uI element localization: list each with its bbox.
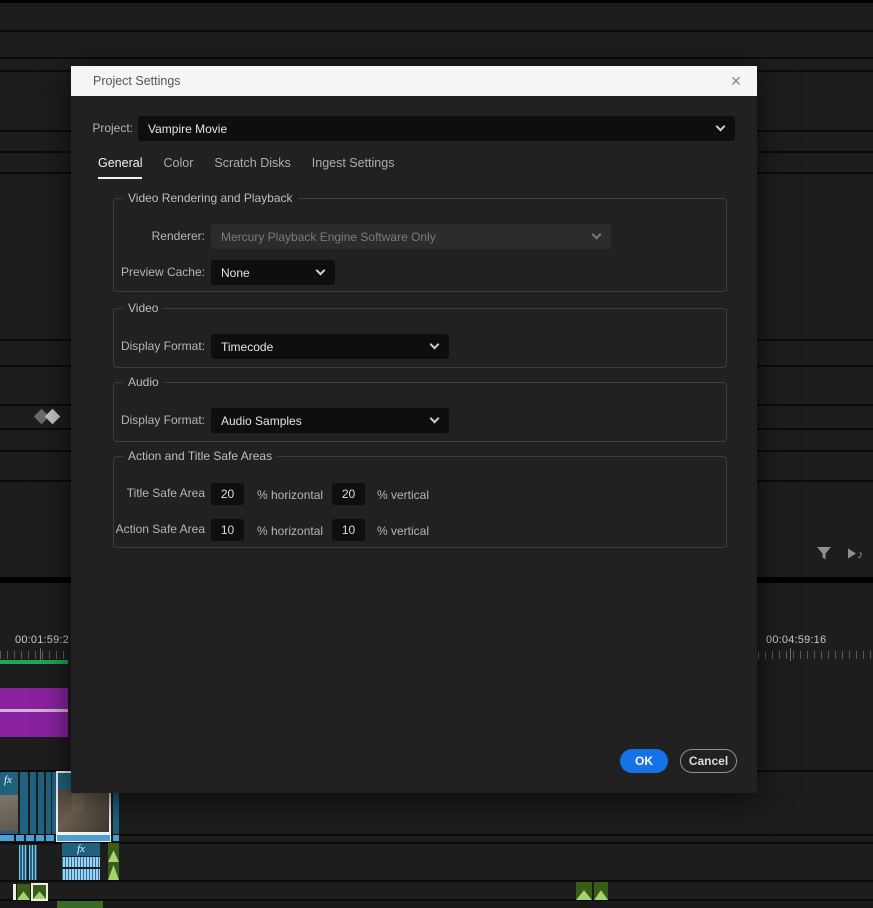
clip-trim-handle[interactable]: [13, 884, 16, 900]
track-divider: [0, 0, 873, 3]
fx-badge: fx: [77, 843, 85, 855]
waveform: [62, 857, 100, 867]
tab-ingest-settings[interactable]: Ingest Settings: [312, 156, 395, 179]
clip-thumbnail-detail: [72, 794, 84, 810]
waveform: [17, 891, 30, 900]
audio-clip-collapsed[interactable]: [0, 835, 14, 841]
ok-button[interactable]: OK: [620, 749, 668, 773]
action-safe-area-label: Action Safe Area: [115, 522, 205, 536]
close-icon[interactable]: ✕: [727, 72, 745, 90]
timeline-ruler: [790, 648, 791, 661]
waveform: [33, 891, 46, 899]
audio-clip-green[interactable]: [594, 882, 608, 900]
section-legend: Video Rendering and Playback: [123, 191, 298, 205]
chevron-down-icon: [591, 229, 602, 240]
vertical-suffix-label: % vertical: [377, 524, 430, 538]
video-clip[interactable]: [46, 772, 51, 834]
video-clip[interactable]: [38, 772, 44, 834]
preview-cache-dropdown[interactable]: None: [211, 260, 335, 285]
video-display-format-value: Timecode: [221, 339, 274, 354]
preview-cache-dropdown-value: None: [221, 265, 250, 280]
audio-display-format-value: Audio Samples: [221, 413, 302, 428]
project-dropdown[interactable]: Vampire Movie: [138, 116, 735, 141]
track-divider: [0, 30, 873, 32]
audio-clip[interactable]: [19, 845, 27, 880]
action-safe-vertical-input[interactable]: [332, 519, 365, 541]
track-divider: [0, 57, 873, 59]
waveform: [576, 890, 592, 900]
video-clip-purple[interactable]: [0, 688, 68, 737]
audio-clip-collapsed-selected[interactable]: [56, 834, 111, 842]
audio-clip-fx[interactable]: fx: [62, 843, 100, 880]
audio-clip-green-selected[interactable]: [31, 883, 48, 901]
waveform: [594, 890, 608, 900]
audio-clip-green[interactable]: [17, 884, 30, 900]
svg-text:♪: ♪: [857, 548, 863, 562]
action-safe-horizontal-input[interactable]: [211, 519, 244, 541]
audio-clip-green[interactable]: [108, 843, 119, 880]
chevron-down-icon: [715, 121, 726, 132]
track-divider: [0, 880, 873, 882]
dialog-title: Project Settings: [93, 74, 181, 88]
play-audio-icon[interactable]: ♪: [845, 546, 867, 561]
chevron-down-icon: [429, 339, 440, 350]
dialog-tabs: General Color Scratch Disks Ingest Setti…: [98, 156, 394, 179]
video-clip[interactable]: [30, 772, 36, 834]
track-row: [0, 901, 873, 908]
video-display-format-dropdown[interactable]: Timecode: [211, 334, 449, 359]
title-safe-area-label: Title Safe Area: [126, 486, 205, 500]
clip-thumbnail: [58, 790, 109, 832]
clip-divider: [0, 709, 68, 712]
tab-color[interactable]: Color: [163, 156, 193, 179]
timeline-ruler[interactable]: [0, 651, 70, 659]
chevron-down-icon: [315, 265, 326, 276]
vertical-suffix-label: % vertical: [377, 488, 430, 502]
audio-display-format-dropdown[interactable]: Audio Samples: [211, 408, 449, 433]
tab-scratch-disks[interactable]: Scratch Disks: [214, 156, 290, 179]
section-legend: Action and Title Safe Areas: [123, 449, 278, 463]
timeline-timecode-right: 00:04:59:16: [766, 634, 827, 646]
filter-icon[interactable]: [816, 546, 832, 561]
dialog-titlebar[interactable]: Project Settings: [71, 66, 757, 96]
audio-display-format-label: Display Format:: [120, 413, 205, 427]
fx-badge: fx: [4, 774, 12, 786]
audio-clip[interactable]: [29, 845, 37, 880]
render-bar: [0, 660, 68, 664]
renderer-dropdown-value: Mercury Playback Engine Software Only: [221, 229, 436, 244]
title-safe-horizontal-input[interactable]: [211, 483, 244, 505]
chevron-down-icon: [429, 413, 440, 424]
renderer-dropdown[interactable]: Mercury Playback Engine Software Only: [211, 224, 611, 249]
renderer-label: Renderer:: [151, 229, 205, 243]
track-divider: [0, 842, 873, 844]
track-divider: [0, 834, 873, 836]
horizontal-suffix-label: % horizontal: [257, 524, 324, 538]
clip-thumbnail: [0, 795, 18, 831]
video-display-format-label: Display Format:: [120, 339, 205, 353]
tab-general[interactable]: General: [98, 156, 143, 179]
waveform: [108, 850, 119, 862]
project-dropdown-value: Vampire Movie: [148, 121, 228, 136]
audio-clip-green[interactable]: [576, 882, 592, 900]
section-legend: Audio: [123, 375, 164, 389]
waveform: [108, 865, 119, 880]
premiere-workspace: ♪ 00:01:59:2 00:04:59:16 fx fx Project S…: [0, 0, 873, 908]
project-label: Project:: [92, 121, 133, 135]
title-safe-vertical-input[interactable]: [332, 483, 365, 505]
video-clip[interactable]: [20, 772, 28, 834]
timeline-ruler[interactable]: [758, 651, 873, 659]
horizontal-suffix-label: % horizontal: [257, 488, 324, 502]
project-settings-dialog: Project Settings ✕ Project: Vampire Movi…: [71, 66, 757, 793]
preview-cache-label: Preview Cache:: [120, 265, 205, 279]
cancel-button[interactable]: Cancel: [680, 749, 737, 773]
timeline-timecode-left: 00:01:59:2: [15, 634, 69, 646]
audio-clip-green[interactable]: [57, 901, 103, 908]
section-legend: Video: [123, 301, 164, 315]
audio-clip-collapsed[interactable]: [113, 835, 119, 841]
waveform: [62, 869, 100, 880]
transition-diamond-icon[interactable]: [44, 408, 61, 425]
audio-clip-collapsed[interactable]: [16, 835, 56, 841]
